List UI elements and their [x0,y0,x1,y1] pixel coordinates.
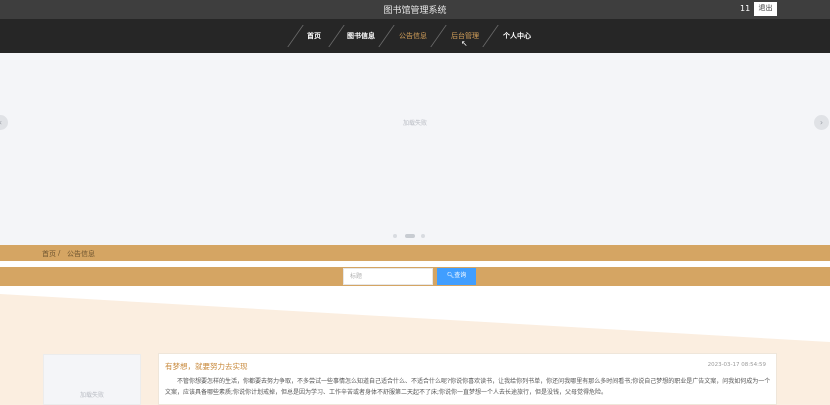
notice-card[interactable]: 有梦想，就要努力去实现 2023-03-17 08:54:59 不管你想要怎样的… [158,353,777,405]
chevron-right-icon: › [819,118,824,127]
nav-divider [378,25,395,47]
banner-carousel: ‹ 加载失败 › [0,53,830,245]
app-title: 图书馆管理系统 [383,6,447,16]
nav-item-profile[interactable]: 个人中心 [503,19,531,53]
carousel-next-button[interactable]: › [814,115,829,130]
banner-placeholder: 加载失败 [402,120,427,127]
nav-item-books[interactable]: 图书信息 [347,19,375,53]
nav-divider [482,25,499,47]
nav-divider [328,25,345,47]
search-button-label: 查询 [454,273,467,279]
username[interactable]: 11 [740,4,750,13]
carousel-dot-active[interactable] [405,234,415,238]
nav-item-notices[interactable]: 公告信息 [399,19,427,53]
search-bar: 🔍︎查询 [0,267,830,286]
search-button[interactable]: 🔍︎查询 [437,268,476,285]
content-area: 加载失败 有梦想，就要努力去实现 2023-03-17 08:54:59 不管你… [0,286,830,405]
nav-divider [287,25,304,47]
search-title-input[interactable] [343,268,433,285]
breadcrumb: 首页 / 公告信息 [0,245,830,261]
breadcrumb-separator: / [58,249,61,257]
main-nav: 首页 图书信息 公告信息 后台管理 个人中心 [0,19,830,53]
carousel-dot[interactable] [421,234,425,238]
nav-item-home[interactable]: 首页 [307,19,321,53]
logout-button[interactable]: 退出 [754,2,777,16]
notice-date: 2023-03-17 08:54:59 [707,362,766,368]
nav-divider [430,25,447,47]
notice-thumbnail[interactable]: 加载失败 [43,354,141,405]
breadcrumb-home[interactable]: 首页 [42,249,56,259]
carousel-dot[interactable] [393,234,397,238]
notice-title[interactable]: 有梦想，就要努力去实现 [165,361,248,372]
top-bar: 图书馆管理系统 11 退出 [0,0,830,19]
breadcrumb-current: 公告信息 [67,250,95,258]
notice-body: 不管你想要怎样的生活，你都要去努力争取，不多尝试一些事情怎么知道自己适合什么、不… [165,378,771,396]
thumbnail-placeholder: 加载失败 [79,392,104,399]
mouse-cursor-icon: ↖ [461,39,468,48]
